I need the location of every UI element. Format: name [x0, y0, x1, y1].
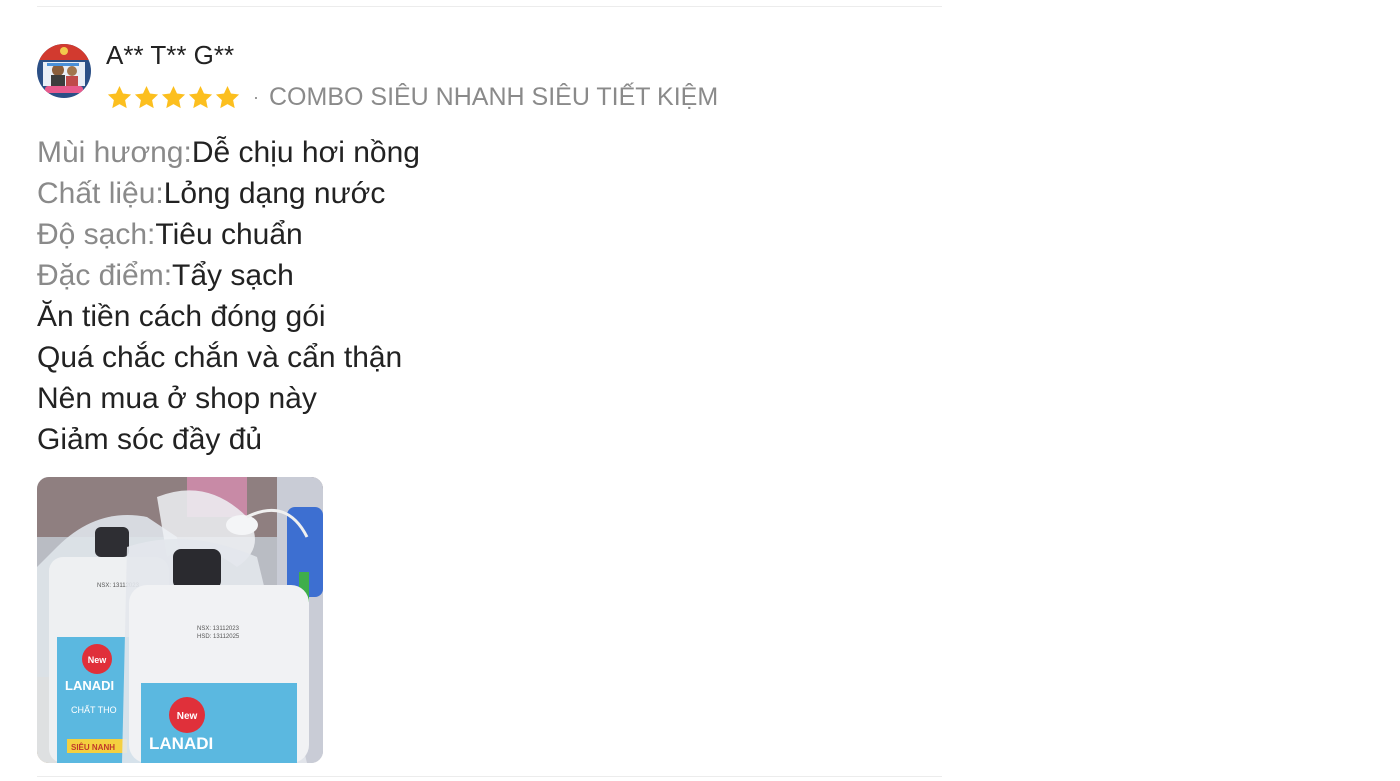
- photo-subtitle: CHẤT THO: [71, 705, 117, 715]
- photo-badge-front: New: [177, 711, 198, 722]
- attribute-value: Dễ chịu hơi nồng: [191, 136, 420, 169]
- top-divider: [37, 6, 942, 7]
- product-variation: COMBO SIÊU NHANH SIÊU TIẾT KIỆM: [269, 82, 719, 111]
- photo-badge-back: New: [88, 655, 108, 665]
- photo-date-front-1: NSX: 13112023: [197, 626, 240, 632]
- attribute-row: Đặc điểm:Tẩy sạch: [37, 255, 420, 296]
- photo-date-front-2: HSD: 13112025: [197, 634, 240, 640]
- star-icon: [215, 85, 240, 108]
- rating-row: · COMBO SIÊU NHANH SIÊU TIẾT KIỆM: [106, 82, 718, 112]
- photo-brand-back: LANADI: [65, 678, 114, 693]
- comment-line: Nên mua ở shop này: [37, 382, 317, 415]
- bottom-divider: [37, 776, 942, 777]
- reviewer-username: A** T** G**: [106, 40, 235, 70]
- photo-brand-front: LANADI: [149, 734, 213, 753]
- photo-bottom-tag: SIÊU NANH: [71, 743, 115, 752]
- attribute-value: Lỏng dạng nước: [163, 177, 386, 210]
- attribute-label: Đặc điểm:: [37, 259, 173, 292]
- comment-line: Ăn tiền cách đóng gói: [37, 300, 326, 333]
- reviewer-avatar[interactable]: [37, 44, 91, 98]
- attribute-label: Chất liệu:: [37, 177, 164, 210]
- star-icon: [107, 85, 132, 108]
- review-body: Mùi hương:Dễ chịu hơi nồng Chất liệu:Lỏn…: [37, 132, 420, 460]
- comment-line: Giảm sóc đầy đủ: [37, 423, 263, 456]
- comment-line: Quá chắc chắn và cẩn thận: [37, 341, 403, 374]
- attribute-label: Độ sạch:: [37, 218, 156, 251]
- review-photo[interactable]: NSX: 13112023 New LANADI CHẤT THO SIÊU N…: [37, 477, 323, 763]
- star-icon: [188, 85, 213, 108]
- attribute-row: Mùi hương:Dễ chịu hơi nồng: [37, 132, 420, 173]
- attribute-value: Tẩy sạch: [172, 259, 294, 292]
- attribute-label: Mùi hương:: [37, 136, 192, 169]
- star-icon: [161, 85, 186, 108]
- star-icon: [134, 85, 159, 108]
- attribute-row: Chất liệu:Lỏng dạng nước: [37, 173, 420, 214]
- attribute-value: Tiêu chuẩn: [155, 218, 303, 251]
- separator-dot: ·: [253, 86, 259, 107]
- attribute-row: Độ sạch:Tiêu chuẩn: [37, 214, 420, 255]
- star-rating: [106, 84, 241, 111]
